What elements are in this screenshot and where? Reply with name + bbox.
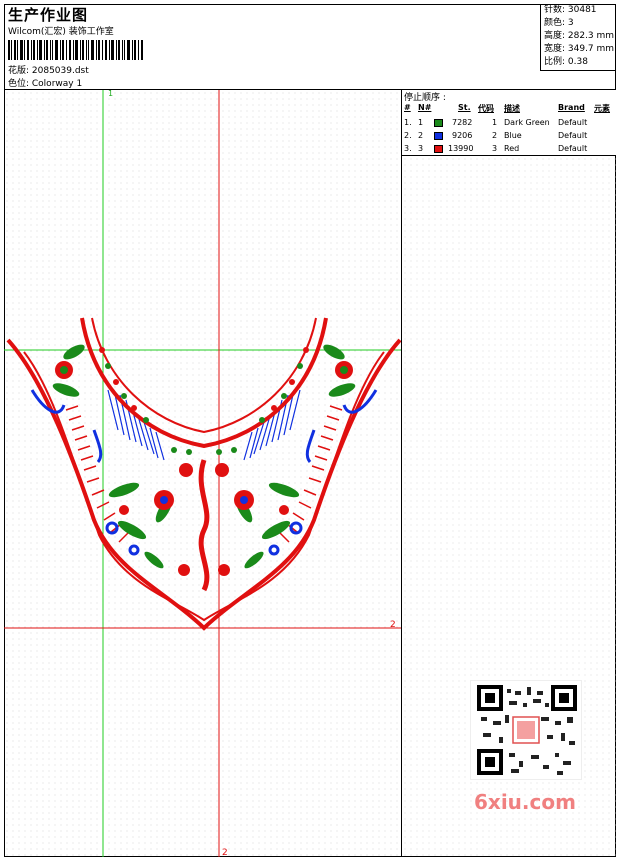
row-code: 3 [492, 144, 498, 153]
green-guide-label: 1 [108, 90, 113, 98]
row-index: 1. [404, 118, 412, 127]
row-stitches: 9206 [452, 131, 473, 140]
red-flowers [55, 361, 353, 592]
design-height: 高度: 282.3 mm [544, 31, 615, 41]
row-desc: Red [504, 144, 520, 153]
design-scale: 比例: 0.38 [544, 57, 588, 67]
design-file-label: 花版: 2085039.dst [8, 66, 89, 76]
color-count: 颜色: 3 [544, 18, 574, 28]
stats-box: 针数: 30481 颜色: 3 高度: 282.3 mm 宽度: 349.7 m… [540, 4, 616, 71]
header: 生产作业图 Wilcom(汇宏) 装饰工作室 花版: 2085039.dst 色… [4, 4, 616, 90]
col-header-needle: N# [418, 103, 432, 112]
row-needle: 1 [418, 118, 424, 127]
red-guide-label-right: 2 [390, 620, 396, 630]
col-header-code: 代码 [478, 104, 494, 113]
col-header-element: 元素 [594, 104, 610, 113]
qr-code-image [470, 680, 582, 780]
colorway-label: 色位: Colorway 1 [8, 79, 83, 89]
row-desc: Dark Green [504, 118, 550, 127]
row-code: 1 [492, 118, 498, 127]
row-brand: Default [558, 131, 588, 140]
watermark-text: 6xiu.com [474, 790, 576, 814]
table-row: 3. 3 13990 3 Red Default [402, 142, 616, 155]
row-code: 2 [492, 131, 498, 140]
row-needle: 3 [418, 144, 424, 153]
barcode-image [8, 40, 143, 60]
row-brand: Default [558, 144, 588, 153]
stitch-count: 针数: 30481 [544, 5, 597, 15]
row-stitches: 7282 [452, 118, 473, 127]
row-index: 3. [404, 144, 412, 153]
dot-chain [99, 347, 309, 455]
design-canvas: 1 2 2 [4, 90, 402, 857]
studio-subtitle: Wilcom(汇宏) 装饰工作室 [8, 27, 114, 37]
row-desc: Blue [504, 131, 522, 140]
stop-sequence-table: 停止顺序 : # N# St. 代码 描述 Brand 元素 1. 1 7282… [402, 90, 616, 156]
table-row: 1. 1 7282 1 Dark Green Default [402, 116, 616, 129]
row-stitches: 13990 [448, 144, 474, 153]
stop-sequence-title: 停止顺序 : [404, 93, 446, 103]
row-needle: 2 [418, 131, 424, 140]
qr-code-icon [477, 685, 577, 775]
red-guide-label-bottom: 2 [222, 848, 228, 857]
col-header-stitches: St. [458, 103, 471, 112]
table-row: 2. 2 9206 2 Blue Default [402, 129, 616, 142]
row-index: 2. [404, 131, 412, 140]
color-swatch [434, 144, 443, 157]
design-width: 宽度: 349.7 mm [544, 44, 615, 54]
blue-satin-fill [107, 389, 301, 461]
embroidery-preview: 1 2 2 [4, 90, 401, 857]
col-header-index: # [404, 103, 411, 112]
row-brand: Default [558, 118, 588, 127]
col-header-desc: 描述 [504, 104, 520, 113]
col-header-brand: Brand [558, 103, 585, 112]
page-title: 生产作业图 [8, 6, 89, 24]
